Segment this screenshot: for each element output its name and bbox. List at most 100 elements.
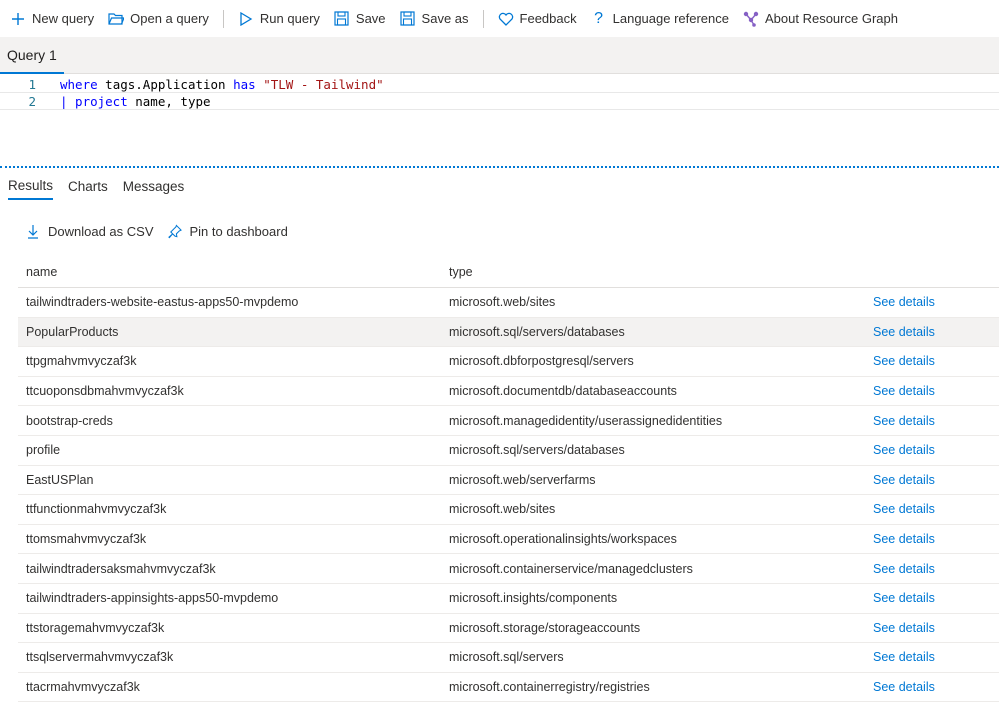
table-body: tailwindtraders-website-eastus-apps50-mv…: [18, 288, 999, 703]
cell-name: EastUSPlan: [26, 472, 94, 487]
query-tab-strip: Query 1: [0, 37, 999, 74]
editor-line-1[interactable]: 1 where tags.Application has "TLW - Tail…: [0, 75, 999, 93]
see-details-link[interactable]: See details: [864, 295, 999, 309]
save-as-label: Save as: [421, 11, 469, 26]
code-text: tags.Application: [97, 76, 234, 92]
tab-results[interactable]: Results: [8, 172, 54, 200]
toolbar-divider: [482, 9, 484, 28]
see-details-link[interactable]: See details: [864, 354, 999, 368]
tab-messages[interactable]: Messages: [123, 172, 185, 200]
play-icon: [238, 11, 254, 27]
plus-icon: [10, 11, 26, 27]
code-keyword: | project: [60, 93, 128, 109]
table-row[interactable]: ttpgmahvmvyczaf3k microsoft.dbforpostgres…: [18, 347, 999, 377]
query-editor[interactable]: 1 where tags.Application has "TLW - Tail…: [0, 74, 999, 167]
cell-type: microsoft.storage/storageaccounts: [449, 620, 641, 635]
feedback-button[interactable]: Feedback: [498, 5, 577, 33]
results-tab-bar: Results Charts Messages: [0, 172, 191, 200]
see-details-link[interactable]: See details: [864, 443, 999, 457]
cell-name: ttomsmahvmvyczaf3k: [26, 532, 147, 547]
table-row[interactable]: ttstoragemahvmvyczaf3k microsoft.storage/…: [18, 614, 999, 644]
download-csv-label: Download as CSV: [48, 223, 154, 239]
see-details-link[interactable]: See details: [864, 591, 999, 605]
table-row[interactable]: ttcuoponsdbmahvmvyczaf3k microsoft.docume…: [18, 377, 999, 407]
cell-type: microsoft.containerregistry/registries: [449, 680, 650, 695]
table-row[interactable]: tailwindtradersaksmahvmvyczaf3k microsoft…: [18, 554, 999, 584]
table-row[interactable]: EastUSPlan microsoft.web/serverfarms See d…: [18, 466, 999, 496]
new-query-button[interactable]: New query: [10, 5, 94, 33]
table-row[interactable]: tailwindtraders-appinsights-apps50-mvpde…: [18, 584, 999, 614]
cell-type: microsoft.sql/servers/databases: [449, 443, 625, 458]
see-details-link[interactable]: See details: [864, 325, 999, 339]
see-details-link[interactable]: See details: [864, 473, 999, 487]
see-details-link[interactable]: See details: [864, 414, 999, 428]
about-resource-graph-label: About Resource Graph: [765, 11, 898, 26]
table-row[interactable]: ttfunctionmahvmvyczaf3k microsoft.web/sit…: [18, 495, 999, 525]
about-resource-graph-button[interactable]: About Resource Graph: [743, 5, 898, 33]
table-row[interactable]: tailwindtraders-website-eastus-apps50-mv…: [18, 288, 999, 318]
code-keyword: where: [60, 76, 98, 92]
heart-icon: [498, 11, 514, 27]
resource-graph-icon: [743, 11, 759, 27]
open-query-label: Open a query: [130, 11, 209, 26]
download-csv-button[interactable]: Download as CSV: [26, 223, 154, 239]
cell-name: ttcuoponsdbmahvmvyczaf3k: [26, 384, 184, 399]
see-details-link[interactable]: See details: [864, 532, 999, 546]
feedback-label: Feedback: [519, 11, 577, 26]
tab-query-1[interactable]: Query 1: [0, 37, 64, 74]
see-details-link[interactable]: See details: [864, 621, 999, 635]
editor-code: | project name, type: [60, 94, 211, 109]
column-header-type[interactable]: type: [441, 265, 864, 279]
question-mark-icon: ?: [594, 9, 604, 27]
tab-charts[interactable]: Charts: [68, 172, 108, 200]
see-details-link[interactable]: See details: [864, 384, 999, 398]
cell-name: ttacrmahvmvyczaf3k: [26, 680, 140, 695]
column-header-name[interactable]: name: [18, 265, 441, 279]
cell-name: ttstoragemahvmvyczaf3k: [26, 620, 165, 635]
cell-type: microsoft.documentdb/databaseaccounts: [449, 384, 677, 399]
cell-type: microsoft.containerservice/managedcluste…: [449, 561, 693, 576]
table-row[interactable]: profile microsoft.sql/servers/databases Se…: [18, 436, 999, 466]
save-icon: [334, 11, 350, 27]
table-row[interactable]: PopularProducts microsoft.sql/servers/dat…: [18, 317, 999, 348]
command-bar: New query Open a query Run query Save Sa…: [0, 0, 999, 37]
code-text: name, type: [127, 93, 211, 109]
see-details-link[interactable]: See details: [864, 650, 999, 664]
pin-to-dashboard-label: Pin to dashboard: [189, 223, 288, 239]
cell-name: PopularProducts: [26, 324, 119, 339]
cell-name: ttfunctionmahvmvyczaf3k: [26, 502, 167, 517]
cell-name: tailwindtraders-appinsights-apps50-mvpde…: [26, 591, 279, 606]
cell-name: ttsqlservermahvmvyczaf3k: [26, 650, 174, 665]
code-keyword: has: [233, 76, 256, 92]
see-details-link[interactable]: See details: [864, 562, 999, 576]
cell-type: microsoft.managedidentity/userassignedid…: [449, 413, 723, 428]
table-row[interactable]: ttacrmahvmvyczaf3k microsoft.containerreg…: [18, 673, 999, 703]
save-as-icon: [400, 11, 416, 27]
cell-name: profile: [26, 443, 61, 458]
line-number: 1: [28, 76, 36, 92]
new-query-label: New query: [32, 11, 95, 26]
table-header: name type: [18, 256, 999, 288]
cell-type: microsoft.web/serverfarms: [449, 472, 596, 487]
editor-line-2[interactable]: 2 | project name, type: [0, 92, 999, 110]
save-button[interactable]: Save: [334, 5, 386, 33]
table-row[interactable]: ttomsmahvmvyczaf3k microsoft.operationali…: [18, 525, 999, 555]
pin-to-dashboard-button[interactable]: Pin to dashboard: [167, 223, 288, 239]
language-reference-button[interactable]: ? Language reference: [591, 5, 729, 33]
cell-name: tailwindtradersaksmahvmvyczaf3k: [26, 561, 216, 576]
results-table: name type tailwindtraders-website-eastus…: [18, 256, 999, 703]
pane-splitter[interactable]: [0, 166, 999, 168]
open-query-button[interactable]: Open a query: [108, 5, 209, 33]
see-details-link[interactable]: See details: [864, 680, 999, 694]
cell-type: microsoft.web/sites: [449, 502, 556, 517]
cell-type: microsoft.web/sites: [449, 295, 556, 310]
cell-type: microsoft.operationalinsights/workspaces: [449, 532, 677, 547]
table-row[interactable]: ttsqlservermahvmvyczaf3k microsoft.sql/se…: [18, 643, 999, 673]
cell-name: bootstrap-creds: [26, 413, 113, 428]
see-details-link[interactable]: See details: [864, 502, 999, 516]
table-row[interactable]: bootstrap-creds microsoft.managedidentity…: [18, 406, 999, 436]
cell-type: microsoft.insights/components: [449, 591, 618, 606]
save-as-button[interactable]: Save as: [400, 5, 469, 33]
run-query-label: Run query: [259, 11, 320, 26]
run-query-button[interactable]: Run query: [238, 5, 320, 33]
